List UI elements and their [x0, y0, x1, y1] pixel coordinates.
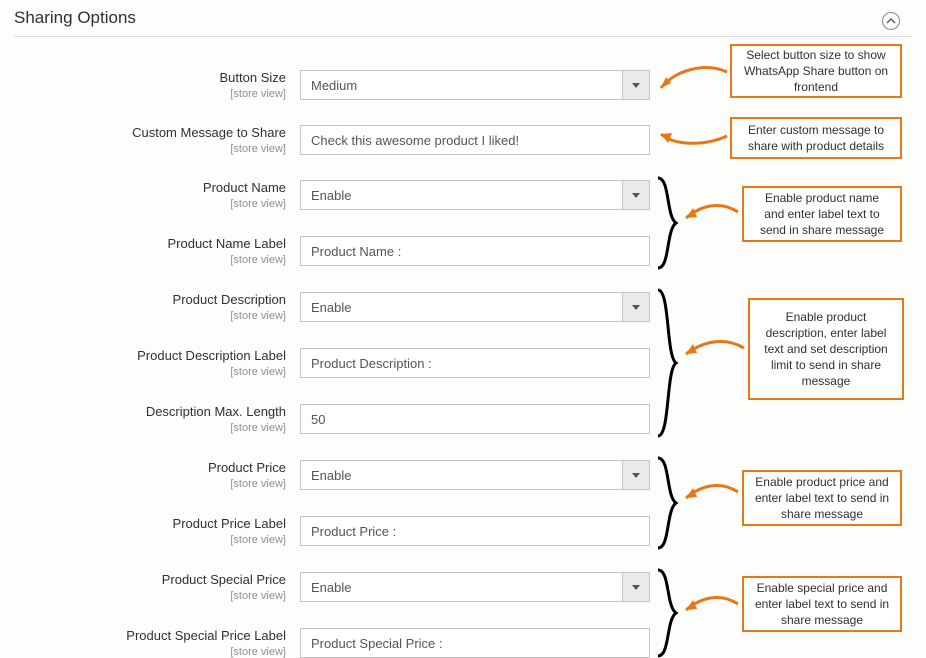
scope-product-price: [store view] — [230, 478, 286, 490]
scope-button-size: [store view] — [230, 88, 286, 100]
callout-product-price: Enable product price and enter label tex… — [742, 470, 902, 526]
label-product-special-price-label: Product Special Price Label — [126, 628, 286, 643]
label-product-price: Product Price — [208, 460, 286, 475]
select-product-name-value: Enable — [300, 180, 622, 210]
section-title: Sharing Options — [14, 8, 136, 28]
select-product-price-value: Enable — [300, 460, 622, 490]
arrow-icon — [680, 336, 748, 362]
label-custom-message: Custom Message to Share — [132, 125, 286, 140]
section-divider — [14, 36, 912, 37]
label-product-special-price: Product Special Price — [162, 572, 286, 587]
scope-description-max-length: [store view] — [230, 422, 286, 434]
callout-product-special-price: Enable special price and enter label tex… — [742, 576, 902, 632]
input-product-special-price-label[interactable] — [300, 628, 650, 658]
label-product-price-label: Product Price Label — [173, 516, 286, 531]
callout-product-description: Enable product description, enter label … — [748, 298, 904, 400]
label-description-max-length: Description Max. Length — [146, 404, 286, 419]
select-product-name[interactable]: Enable — [300, 180, 650, 210]
brace-icon — [654, 568, 680, 658]
arrow-icon — [680, 592, 742, 618]
select-product-special-price[interactable]: Enable — [300, 572, 650, 602]
chevron-down-icon — [632, 303, 640, 311]
brace-icon — [654, 456, 680, 550]
chevron-up-icon — [886, 16, 896, 26]
select-product-price[interactable]: Enable — [300, 460, 650, 490]
label-product-name-label: Product Name Label — [167, 236, 286, 251]
label-product-name: Product Name — [203, 180, 286, 195]
select-product-description-value: Enable — [300, 292, 622, 322]
select-product-special-price-value: Enable — [300, 572, 622, 602]
brace-icon — [654, 288, 680, 438]
input-product-name-label[interactable] — [300, 236, 650, 266]
arrow-icon — [655, 60, 730, 100]
callout-button-size: Select button size to show WhatsApp Shar… — [730, 44, 902, 98]
arrow-icon — [655, 120, 730, 150]
chevron-down-icon — [632, 583, 640, 591]
select-button-size[interactable]: Medium — [300, 70, 650, 100]
chevron-down-icon — [632, 81, 640, 89]
scope-product-name: [store view] — [230, 198, 286, 210]
select-product-price-toggle[interactable] — [622, 460, 650, 490]
arrow-icon — [680, 480, 742, 506]
chevron-down-icon — [632, 191, 640, 199]
label-product-description-label: Product Description Label — [137, 348, 286, 363]
select-product-description[interactable]: Enable — [300, 292, 650, 322]
scope-product-description-label: [store view] — [230, 366, 286, 378]
input-product-price-label[interactable] — [300, 516, 650, 546]
label-product-description: Product Description — [173, 292, 286, 307]
input-description-max-length[interactable] — [300, 404, 650, 434]
scope-custom-message: [store view] — [230, 143, 286, 155]
chevron-down-icon — [632, 471, 640, 479]
scope-product-special-price: [store view] — [230, 590, 286, 602]
scope-product-special-price-label: [store view] — [230, 646, 286, 658]
brace-icon — [654, 176, 680, 270]
callout-custom-message: Enter custom message to share with produ… — [730, 117, 902, 159]
select-product-name-toggle[interactable] — [622, 180, 650, 210]
scope-product-description: [store view] — [230, 310, 286, 322]
callout-product-name: Enable product name and enter label text… — [742, 186, 902, 242]
select-product-description-toggle[interactable] — [622, 292, 650, 322]
select-button-size-toggle[interactable] — [622, 70, 650, 100]
scope-product-price-label: [store view] — [230, 534, 286, 546]
arrow-icon — [680, 200, 742, 226]
input-product-description-label[interactable] — [300, 348, 650, 378]
input-custom-message[interactable] — [300, 125, 650, 155]
label-button-size: Button Size — [220, 70, 287, 85]
collapse-section-button[interactable] — [882, 12, 900, 30]
scope-product-name-label: [store view] — [230, 254, 286, 266]
select-button-size-value: Medium — [300, 70, 622, 100]
select-product-special-price-toggle[interactable] — [622, 572, 650, 602]
